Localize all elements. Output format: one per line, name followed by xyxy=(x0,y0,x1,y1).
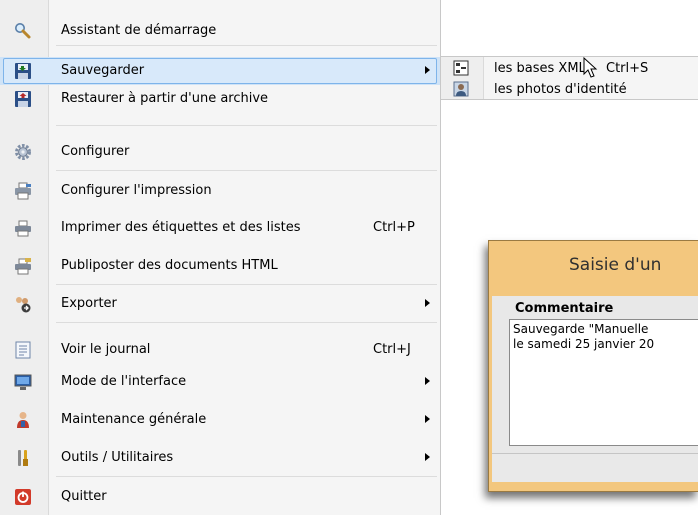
menu-item-label: Quitter xyxy=(61,489,107,504)
menu-item-configurer-impression[interactable]: Configurer l'impression xyxy=(0,177,440,205)
menu-item-shortcut: Ctrl+P xyxy=(373,220,415,235)
dialog-title: Saisie d'un xyxy=(569,255,662,275)
menu-separator xyxy=(56,125,437,126)
menu-item-configurer[interactable]: Configurer xyxy=(0,138,440,166)
menu-item-label: Maintenance générale xyxy=(61,412,207,427)
submenu-arrow-icon xyxy=(425,453,430,461)
menu-item-label: Mode de l'interface xyxy=(61,374,187,389)
menu-item-label: Restaurer à partir d'une archive xyxy=(61,91,269,106)
magnifier-icon xyxy=(15,23,31,39)
id-photo-icon xyxy=(453,81,469,97)
power-icon xyxy=(15,489,31,505)
comment-line: le samedi 25 janvier 20 xyxy=(513,337,655,351)
printer-settings-icon xyxy=(15,182,31,200)
submenu-arrow-icon xyxy=(425,66,430,74)
menu-item-label: Assistant de démarrage xyxy=(61,23,217,38)
menu-item-label: Outils / Utilitaires xyxy=(61,450,174,465)
main-menu: Assistant de démarrage Sauvegarder Resta… xyxy=(0,0,441,515)
submenu-arrow-icon xyxy=(425,299,430,307)
maintenance-person-icon xyxy=(17,412,29,428)
printer-icon xyxy=(15,220,31,237)
submenu-arrow-icon xyxy=(425,377,430,385)
comment-line: Sauvegarde "Manuelle xyxy=(513,322,649,336)
menu-item-shortcut: Ctrl+J xyxy=(373,342,411,357)
journal-icon xyxy=(15,341,31,359)
menu-item-label: Voir le journal xyxy=(61,342,151,357)
menu-item-label: Publiposter des documents HTML xyxy=(61,258,278,273)
floppy-restore-icon xyxy=(15,91,31,107)
monitor-icon xyxy=(14,374,32,390)
menu-item-maintenance[interactable]: Maintenance générale xyxy=(0,406,440,434)
saisie-dialog: Saisie d'un Commentaire Sauvegarde "Manu… xyxy=(488,240,698,492)
menu-separator xyxy=(56,170,437,171)
submenu-item-photos[interactable]: les photos d'identité xyxy=(441,79,698,100)
comment-label: Commentaire xyxy=(515,301,614,316)
menu-item-label: Sauvegarder xyxy=(61,63,145,78)
floppy-save-icon xyxy=(15,63,31,79)
submenu-item-shortcut: Ctrl+S xyxy=(606,61,649,76)
submenu-arrow-icon xyxy=(425,415,430,423)
menu-item-journal[interactable]: Voir le journal Ctrl+J xyxy=(0,336,440,364)
menu-item-label: Imprimer des étiquettes et des listes xyxy=(61,220,301,235)
submenu-item-label: les bases XML xyxy=(494,61,586,76)
menu-separator xyxy=(56,284,437,285)
menu-item-quitter[interactable]: Quitter xyxy=(0,483,440,511)
export-icon xyxy=(16,297,31,313)
menu-item-sauvegarder[interactable]: Sauvegarder xyxy=(0,57,440,85)
menu-item-label: Configurer xyxy=(61,144,130,159)
menu-item-mode-interface[interactable]: Mode de l'interface xyxy=(0,368,440,396)
mouse-cursor-icon xyxy=(583,57,598,78)
menu-separator xyxy=(56,45,437,46)
submenu-item-label: les photos d'identité xyxy=(494,82,627,97)
menu-item-label: Exporter xyxy=(61,296,117,311)
mail-merge-icon xyxy=(15,258,31,275)
menu-item-exporter[interactable]: Exporter xyxy=(0,290,440,318)
menu-item-imprimer[interactable]: Imprimer des étiquettes et des listes Ct… xyxy=(0,214,440,242)
comment-textarea[interactable]: Sauvegarde "Manuelle le samedi 25 janvie… xyxy=(509,319,698,446)
sauvegarder-submenu: les bases XML Ctrl+S les photos d'identi… xyxy=(441,56,698,100)
tools-icon xyxy=(18,450,28,466)
menu-item-restaurer[interactable]: Restaurer à partir d'une archive xyxy=(0,85,440,113)
xml-database-icon xyxy=(453,60,469,76)
menu-item-assistant[interactable]: Assistant de démarrage xyxy=(0,17,440,45)
menu-separator xyxy=(56,322,437,323)
gear-icon xyxy=(15,144,31,160)
dialog-button-bar xyxy=(492,453,698,482)
submenu-item-bases-xml[interactable]: les bases XML Ctrl+S xyxy=(441,58,698,79)
menu-separator xyxy=(56,476,437,477)
menu-item-label: Configurer l'impression xyxy=(61,183,212,198)
menu-item-outils[interactable]: Outils / Utilitaires xyxy=(0,444,440,472)
menu-item-publiposter[interactable]: Publiposter des documents HTML xyxy=(0,252,440,280)
